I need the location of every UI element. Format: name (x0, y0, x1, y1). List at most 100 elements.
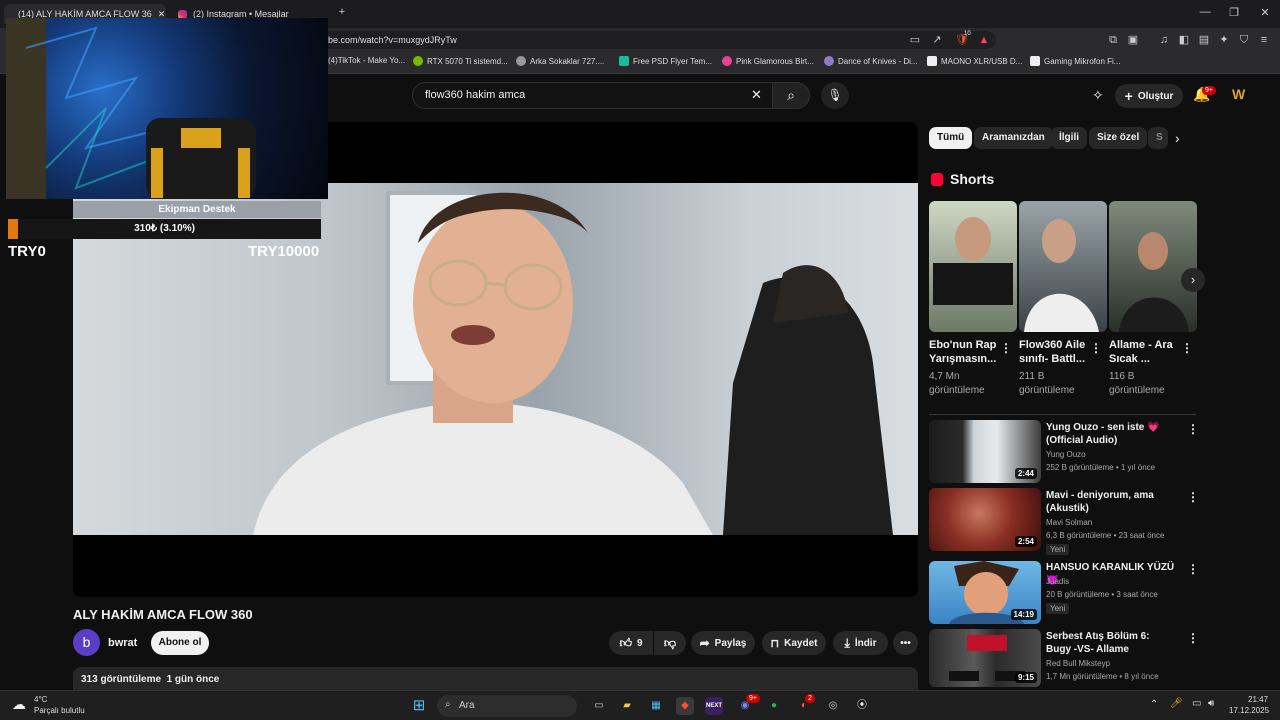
like-button[interactable]: 👍︎ 9 (609, 631, 653, 655)
extensions-icon[interactable]: ⧉ (1106, 33, 1120, 47)
voice-search-button[interactable]: 🎙 (821, 82, 849, 109)
brave-browser-icon[interactable]: ◆ (676, 697, 694, 715)
microphone-tray-icon[interactable]: 🎤︎ (1170, 698, 1183, 709)
maximize-button[interactable]: ❐ (1224, 6, 1244, 19)
rec-menu-icon[interactable]: ⋮ (1187, 422, 1199, 436)
description-box[interactable]: 313 görüntüleme 1 gün önce (73, 667, 918, 691)
network-icon[interactable]: ▭ (1192, 698, 1201, 709)
bookmark-gaming-mikrofon[interactable]: Gaming Mikrofon Fi... (1030, 56, 1120, 66)
bookmark-arka-sokaklar[interactable]: Arka Sokaklar 727.... (516, 56, 604, 66)
rec-channel-2[interactable]: Mavi Solman (1046, 518, 1092, 527)
short-title-2[interactable]: Flow360 Aile sınıfı- Battl... (1019, 338, 1091, 366)
account-avatar-icon[interactable]: W (1232, 86, 1248, 102)
chip-all[interactable]: Tümü (929, 127, 973, 149)
sidebar-icon[interactable]: ◧ (1177, 33, 1191, 47)
rec-menu-icon[interactable]: ⋮ (1187, 562, 1199, 576)
weather-temperature[interactable]: 4°C (34, 695, 47, 704)
channel-name[interactable]: bwrat (108, 637, 137, 649)
vpn-icon[interactable]: ⛉ (1237, 33, 1251, 47)
share-button[interactable]: ➦ Paylaş (691, 631, 755, 655)
brave-badge: 10 (964, 31, 971, 37)
short-thumbnail-1[interactable] (929, 201, 1017, 332)
chip-for-you[interactable]: Size özel (1089, 127, 1148, 149)
clock-date[interactable]: 17.12.2025 (1229, 706, 1269, 715)
search-button[interactable]: ⌕ (772, 82, 810, 109)
bookmark-tiktok[interactable]: (4)TikTok - Make Yo... (328, 56, 405, 65)
bookmark-maono[interactable]: MAONO XLR/USB D... (927, 56, 1022, 66)
microphone-icon: 🎙 (827, 88, 843, 102)
steam-icon[interactable]: ◎ (824, 697, 842, 715)
short-views-1: 4,7 Mn görüntüleme (929, 371, 985, 396)
rec-title-4[interactable]: Serbest Atış Bölüm 6: Bugy -VS- Allame (1046, 630, 1176, 656)
tray-expand-icon[interactable]: ⌃ (1150, 699, 1158, 710)
rec-thumbnail-1[interactable]: 2:44 (929, 420, 1041, 483)
shorts-next-button[interactable]: › (1181, 268, 1205, 292)
kick-app-icon[interactable]: NEXT (705, 697, 723, 715)
wallet-icon[interactable]: ▤ (1197, 33, 1211, 47)
rec-channel-4[interactable]: Red Bull Miksteyp (1046, 659, 1110, 668)
dislike-button[interactable]: 👎︎ (654, 631, 686, 655)
rec-thumbnail-2[interactable]: 2:54 (929, 488, 1041, 551)
bookmark-rtx[interactable]: RTX 5070 Ti sistemd... (413, 56, 508, 66)
more-horizontal-icon: ••• (900, 637, 911, 649)
file-explorer-icon[interactable]: ▰ (618, 697, 636, 715)
thumbs-down-icon: 👎︎ (663, 635, 677, 650)
clear-search-icon[interactable]: ✕ (751, 87, 762, 103)
rec-title-1[interactable]: Yung Ouzo - sen iste 💗 (Official Audio) (1046, 421, 1176, 447)
windows-taskbar: ☁ 4°C Parçalı bulutlu ⊞ Ara ⌕ ▭ ▰ ▦ ◆ NE… (0, 690, 1280, 720)
rec-thumbnail-3[interactable]: 14:19 (929, 561, 1041, 624)
shorts-heading: Shorts (950, 171, 995, 187)
brave-rewards-icon[interactable]: ▲ (977, 33, 991, 47)
menu-icon[interactable]: ≡ (1257, 33, 1271, 47)
spotify-icon[interactable]: ● (765, 697, 783, 715)
volume-icon[interactable]: 🔊︎ (1208, 698, 1214, 709)
rec-thumbnail-4[interactable]: 9:15 (929, 629, 1041, 687)
short-thumbnail-2[interactable] (1019, 201, 1107, 332)
rec-menu-icon[interactable]: ⋮ (1187, 490, 1199, 504)
new-tab-button[interactable]: + (332, 6, 352, 18)
taskbar-search-input[interactable]: Ara (437, 695, 577, 717)
discord-badge: 9+ (746, 694, 760, 703)
search-input[interactable]: flow360 hakim amca (412, 82, 774, 109)
ai-sparkle-icon[interactable]: ✧ (1092, 87, 1104, 104)
chip-related[interactable]: İlgili (1051, 127, 1087, 149)
save-button[interactable]: ⊓ Kaydet (762, 631, 826, 655)
obs-icon[interactable]: ⦿ (853, 697, 871, 715)
short-menu-icon[interactable]: ⋮ (1181, 341, 1193, 355)
media-icon[interactable]: ♫ (1157, 33, 1171, 47)
short-thumbnail-3[interactable] (1109, 201, 1197, 332)
cast-icon[interactable]: ▭ (908, 33, 922, 47)
url-bar[interactable]: be.com/watch?v=muxgydJRyTw (320, 31, 996, 49)
bookmark-free-psd[interactable]: Free PSD Flyer Tem... (619, 56, 712, 66)
bookmark-dance-of-knives[interactable]: Dance of Knives - Di... (824, 56, 918, 66)
short-title-3[interactable]: Allame - Ara Sıcak ... (1109, 338, 1181, 366)
weather-description[interactable]: Parçalı bulutlu (34, 706, 85, 715)
window-close-button[interactable]: ✕ (1255, 6, 1275, 19)
rec-title-2[interactable]: Mavi - deniyorum, ama (Akustik) (1046, 489, 1176, 515)
channel-avatar[interactable]: b (73, 629, 100, 656)
short-menu-icon[interactable]: ⋮ (1090, 341, 1102, 355)
weather-cloud-icon[interactable]: ☁ (12, 696, 26, 713)
minimize-button[interactable]: — (1195, 6, 1215, 18)
chip-from-search[interactable]: Aramanızdan (974, 127, 1053, 149)
rec-menu-icon[interactable]: ⋮ (1187, 631, 1199, 645)
more-actions-button[interactable]: ••• (893, 631, 918, 655)
leo-ai-icon[interactable]: ✦ (1217, 33, 1231, 47)
task-view-icon[interactable]: ▭ (590, 697, 608, 715)
share-icon[interactable]: ↗ (930, 33, 944, 47)
screenshot-icon[interactable]: ▣ (1126, 33, 1140, 47)
create-button[interactable]: + Oluştur (1115, 84, 1183, 108)
chip-more[interactable]: S (1148, 127, 1168, 149)
short-menu-icon[interactable]: ⋮ (1000, 341, 1012, 355)
duration-badge: 14:19 (1010, 609, 1037, 620)
bookmark-pink-glamorous[interactable]: Pink Glamorous Birt... (722, 56, 814, 66)
rec-channel-3[interactable]: Juadis (1046, 577, 1069, 586)
short-title-1[interactable]: Ebo'nun Rap Yarışmasın... (929, 338, 1001, 366)
clock-time[interactable]: 21:47 (1248, 695, 1268, 704)
microsoft-store-icon[interactable]: ▦ (647, 697, 665, 715)
rec-channel-1[interactable]: Yung Ouzo (1046, 450, 1086, 459)
download-button[interactable]: ⤓ İndir (833, 631, 888, 655)
windows-start-icon[interactable]: ⊞ (410, 697, 428, 715)
subscribe-button[interactable]: Abone ol (151, 631, 209, 655)
chevron-right-icon[interactable]: › (1175, 130, 1180, 146)
